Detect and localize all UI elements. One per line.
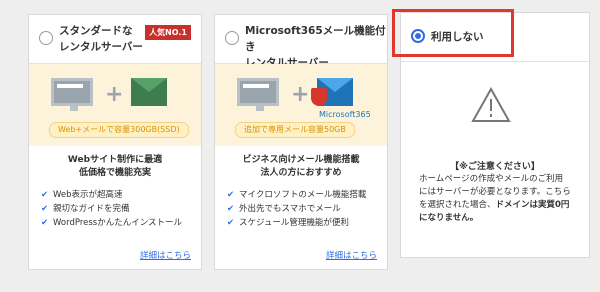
feature-item: ✔ WordPressかんたんインストール (41, 218, 183, 228)
check-icon: ✔ (227, 218, 235, 228)
plus-icon: + (105, 82, 124, 107)
capacity-pill: 追加で専用メール容量50GB (235, 122, 355, 138)
radio-ms365[interactable] (225, 31, 239, 45)
plan-title: スタンダードな レンタルサーバー (59, 25, 143, 53)
details-link[interactable]: 詳細はこちら (140, 249, 191, 261)
notice-body: ホームページの作成やメールのご利用にはサーバーが必要となります。こちらを選択され… (419, 174, 571, 223)
check-icon: ✔ (227, 204, 235, 214)
monitor-icon (51, 78, 93, 111)
card-header: スタンダードな レンタルサーバー 人気NO.1 (29, 15, 201, 64)
hero-illustration: + Web+メールで容量300GB(SSD) (29, 64, 201, 146)
feature-item: ✔ マイクロソフトのメール機能搭載 (227, 190, 367, 200)
check-icon: ✔ (41, 218, 49, 228)
hero-illustration: + Microsoft365 追加で専用メール容量50GB (215, 64, 387, 146)
details-link[interactable]: 詳細はこちら (326, 249, 377, 261)
mail-envelope-icon (131, 78, 167, 106)
ms365-label: Microsoft365 (319, 110, 371, 119)
plan-card-ms365[interactable]: Microsoft365メール機能付き レンタルサーバー + Microsoft… (214, 14, 388, 270)
popular-badge: 人気NO.1 (145, 25, 191, 40)
feature-item: ✔ スケジュール管理機能が便利 (227, 218, 349, 228)
check-icon: ✔ (227, 190, 235, 200)
shield-icon (311, 88, 327, 106)
feature-item: ✔ 親切なガイドを完備 (41, 204, 130, 214)
plan-card-standard[interactable]: スタンダードな レンタルサーバー 人気NO.1 + Web+メールで容量300G… (28, 14, 202, 270)
plan-lead: ビジネス向けメール機能搭載 法人の方におすすめ (242, 155, 360, 178)
capacity-pill: Web+メールで容量300GB(SSD) (49, 122, 189, 138)
monitor-icon (237, 78, 279, 111)
plus-icon: + (291, 82, 310, 107)
feature-item: ✔ Web表示が超高速 (41, 190, 123, 200)
notice-title: 【※ご注意ください】 (450, 162, 540, 172)
check-icon: ✔ (41, 190, 49, 200)
feature-list: ✔ マイクロソフトのメール機能搭載 ✔ 外出先でもスマホでメール ✔ スケジュール管理… (227, 188, 387, 230)
plan-lead: Webサイト制作に最適 低価格で機能充実 (67, 155, 163, 178)
radio-standard[interactable] (39, 31, 53, 45)
feature-list: ✔ Web表示が超高速 ✔ 親切なガイドを完備 ✔ WordPressかんたんインスト… (41, 188, 201, 230)
feature-item: ✔ 外出先でもスマホでメール (227, 204, 341, 214)
warning-icon (471, 87, 511, 122)
card-header: Microsoft365メール機能付き レンタルサーバー (215, 15, 387, 69)
selection-highlight (392, 9, 514, 57)
check-icon: ✔ (41, 204, 49, 214)
